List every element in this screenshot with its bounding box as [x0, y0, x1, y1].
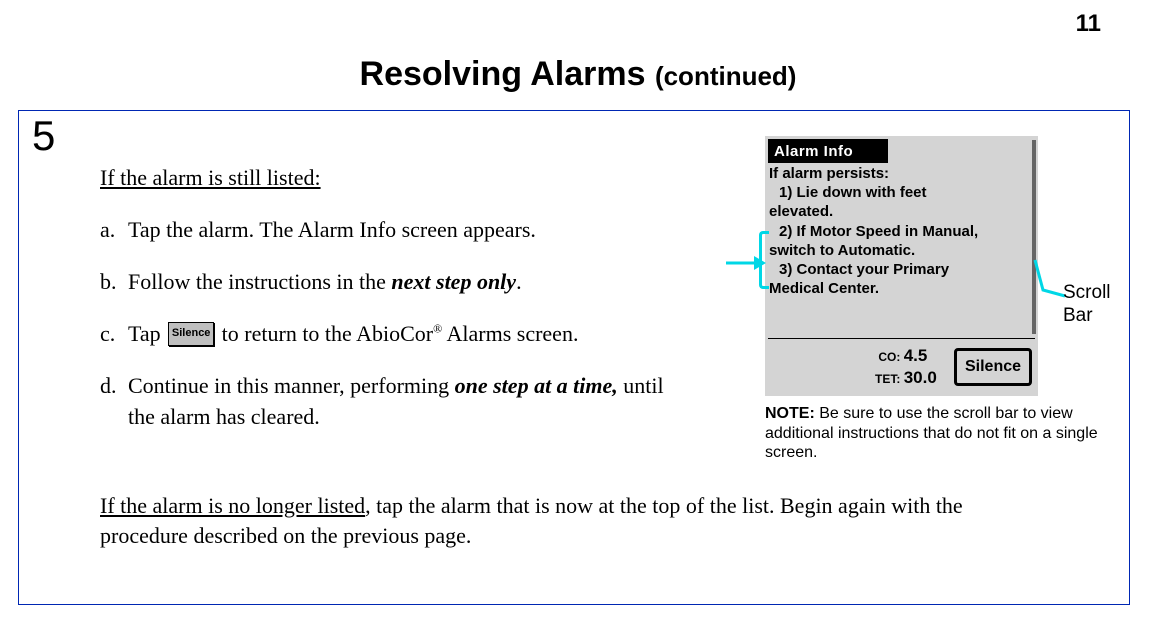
scroll-bar-label: Scroll Bar [1063, 282, 1111, 328]
co-label: CO: [878, 350, 900, 364]
list-item-d: d. Continue in this manner, performing o… [100, 370, 690, 434]
device-screen: Alarm Info If alarm persists: 1) Lie dow… [765, 136, 1038, 396]
device-line: 2) If Motor Speed in Manual, [769, 222, 1028, 241]
title-main: Resolving Alarms [360, 55, 655, 93]
arrow-right-icon [726, 253, 766, 273]
device-divider [768, 338, 1035, 339]
list-item-c: c. Tap Silence to return to the AbioCor®… [100, 318, 690, 350]
tet-label: TET: [875, 372, 900, 386]
device-metrics: CO: 4.5 TET: 30.0 [875, 345, 940, 389]
list-letter: c. [100, 318, 128, 350]
device-line: If alarm persists: [769, 164, 1028, 183]
no-longer-paragraph: If the alarm is no longer listed, tap th… [100, 491, 990, 550]
device-titlebar: Alarm Info [768, 139, 888, 163]
title-continued: (continued) [655, 61, 797, 91]
list-letter: d. [100, 370, 128, 434]
co-value: 4.5 [904, 345, 940, 367]
step-number: 5 [32, 112, 55, 160]
note-label: NOTE: [765, 405, 815, 422]
list-item-b: b. Follow the instructions in the next s… [100, 266, 690, 298]
silence-button[interactable]: Silence [954, 348, 1032, 386]
note-text: Be sure to use the scroll bar to view ad… [765, 405, 1098, 461]
text-pre: Tap [128, 321, 166, 346]
text-pre: Follow the instructions in the [128, 269, 391, 294]
document-page: 11 Resolving Alarms (continued) 5 If the… [0, 0, 1156, 634]
heading-still-listed: If the alarm is still listed: [100, 162, 690, 194]
device-figure: Alarm Info If alarm persists: 1) Lie dow… [765, 136, 1038, 396]
text-mid: to return to the AbioCor [216, 321, 433, 346]
device-line: elevated. [769, 202, 1028, 221]
silence-inline-icon: Silence [168, 322, 214, 346]
list-body: Follow the instructions in the next step… [128, 266, 690, 298]
device-line: 1) Lie down with feet [769, 183, 1028, 202]
figure-note: NOTE: Be sure to use the scroll bar to v… [765, 404, 1125, 463]
list-letter: a. [100, 214, 128, 246]
list-body: Tap Silence to return to the AbioCor® Al… [128, 318, 690, 350]
heading-still-listed-text: If the alarm is still listed: [100, 165, 321, 190]
device-line: 3) Contact your Primary [769, 260, 1028, 279]
tet-value: 30.0 [904, 367, 940, 389]
device-body-text: If alarm persists: 1) Lie down with feet… [769, 164, 1028, 298]
device-line: Medical Center. [769, 279, 1028, 298]
scroll-label-line2: Bar [1063, 305, 1111, 328]
page-title: Resolving Alarms (continued) [0, 55, 1156, 94]
list-item-a: a. Tap the alarm. The Alarm Info screen … [100, 214, 690, 246]
list-body: Continue in this manner, performing one … [128, 370, 690, 434]
text-post: Alarms screen. [442, 321, 578, 346]
instructions-column: If the alarm is still listed: a. Tap the… [100, 162, 690, 453]
no-longer-lead: If the alarm is no longer listed [100, 493, 365, 518]
list-body: Tap the alarm. The Alarm Info screen app… [128, 214, 690, 246]
page-number: 11 [1076, 10, 1101, 38]
scroll-label-line1: Scroll [1063, 282, 1111, 305]
list-letter: b. [100, 266, 128, 298]
device-scrollbar[interactable] [1032, 140, 1036, 334]
device-line: switch to Automatic. [769, 241, 1028, 260]
text-pre: Continue in this manner, performing [128, 373, 455, 398]
text-emph: one step at a time, [455, 373, 618, 398]
text-emph: next step only [391, 269, 516, 294]
text-post: . [516, 269, 522, 294]
registered-mark: ® [433, 321, 442, 335]
